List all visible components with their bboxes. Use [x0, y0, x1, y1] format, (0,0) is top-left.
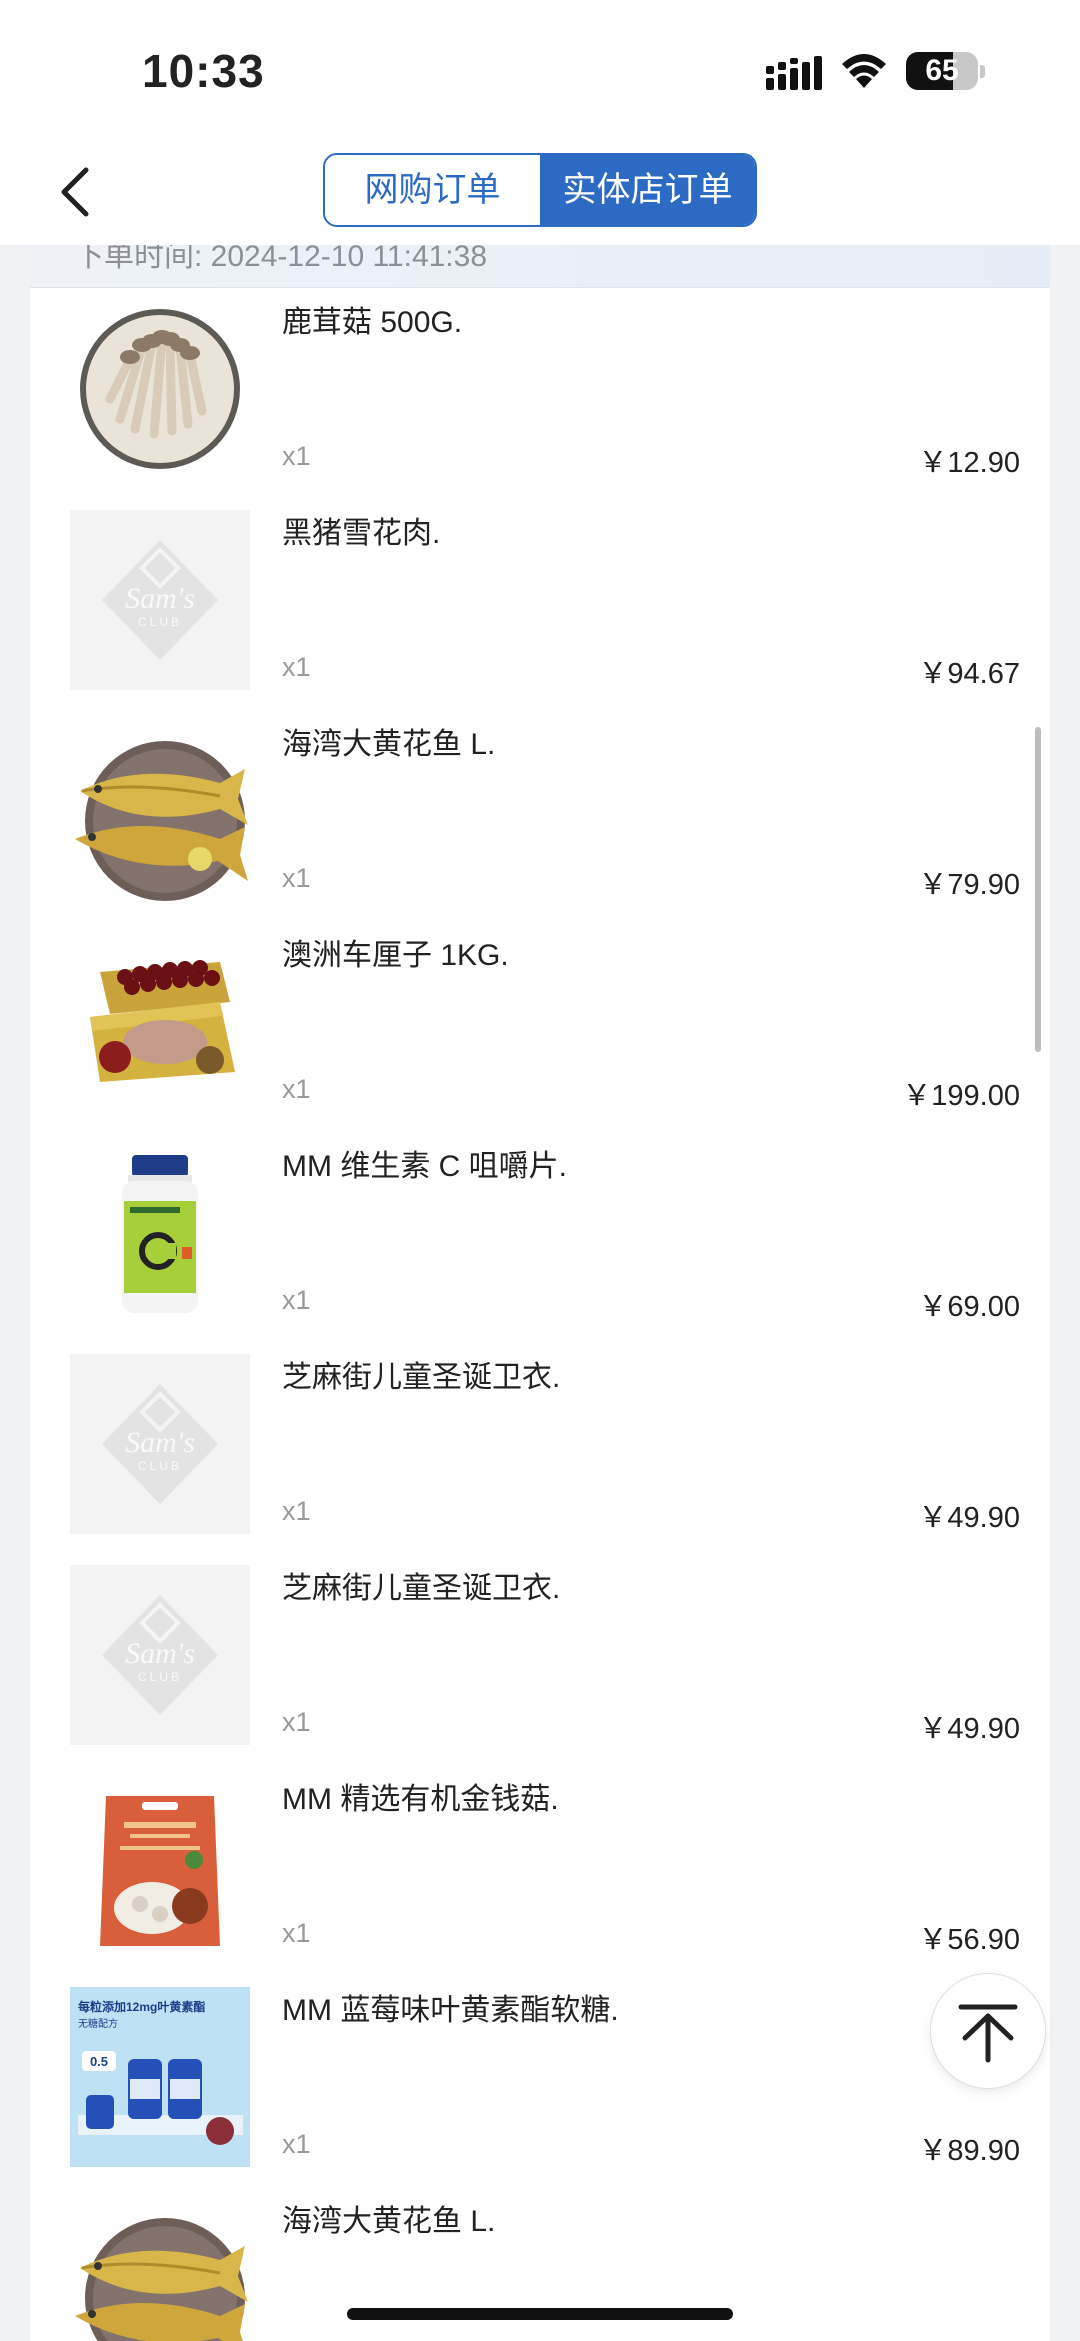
product-image-fish: [75, 741, 248, 901]
wifi-icon: [842, 54, 886, 88]
item-price: ￥49.90: [918, 1502, 1020, 1534]
item-name: 芝麻街儿童圣诞卫衣.: [282, 1361, 561, 1394]
logo-text: Sam's: [125, 582, 195, 615]
item-name: 鹿茸菇 500G.: [282, 306, 463, 339]
item-name: MM 精选有机金钱菇.: [282, 1783, 559, 1816]
status-time: 10:33: [142, 45, 265, 97]
item-qty: x1: [282, 652, 311, 682]
product-image-gummy-ad: 每粒添加12mg叶黄素酯 无糖配方 0.5: [70, 1987, 250, 2167]
sams-club-placeholder-image: Sam's CLUB: [70, 510, 250, 690]
item-name: 海湾大黄花鱼 L.: [282, 728, 496, 761]
item-name: 黑猪雪花肉.: [282, 517, 441, 550]
order-time: 下单时间: 2024-12-10 11:41:38: [74, 245, 488, 273]
list-item[interactable]: 海湾大黄花鱼 L. x1 ￥79.90: [30, 709, 1050, 920]
back-chevron-icon[interactable]: [52, 162, 100, 222]
list-item[interactable]: Sam's CLUB 黑猪雪花肉. x1 ￥94.67: [30, 498, 1050, 709]
list-item[interactable]: 每粒添加12mg叶黄素酯 无糖配方 0.5 MM 蓝莓味叶黄素酯软糖. x1 ￥…: [30, 1975, 1050, 2186]
item-qty: x1: [282, 1074, 311, 1104]
logo-subtext: CLUB: [138, 1670, 182, 1684]
battery-icon: 65: [906, 52, 985, 92]
logo-text: Sam's: [125, 1426, 195, 1459]
status-bar: 10:33 65: [0, 0, 1080, 140]
item-price: ￥49.90: [918, 1713, 1020, 1745]
back-to-top-button[interactable]: [930, 1973, 1046, 2089]
product-image-cherries: [90, 960, 235, 1082]
sams-club-placeholder-image: Sam's CLUB: [70, 1565, 250, 1745]
logo-text: Sam's: [125, 1637, 195, 1670]
item-qty: x1: [282, 441, 311, 471]
item-qty: x1: [282, 863, 311, 893]
order-header: 下单时间: 2024-12-10 11:41:38: [30, 245, 1050, 288]
item-price: ￥79.90: [918, 869, 1020, 901]
scrollbar[interactable]: [1035, 727, 1041, 1052]
product-image-mushroom: [80, 309, 240, 469]
item-name: 澳洲车厘子 1KG.: [282, 939, 509, 972]
cellular-signal-icon: [766, 56, 822, 90]
list-item[interactable]: MM 精选有机金钱菇. x1 ￥56.90: [30, 1764, 1050, 1975]
item-name: 芝麻街儿童圣诞卫衣.: [282, 1572, 561, 1605]
product-image-mushroom-bag: [100, 1796, 220, 1946]
item-price: ￥12.90: [918, 447, 1020, 479]
item-price: ￥89.90: [918, 2135, 1020, 2167]
ad-badge: 0.5: [90, 2054, 108, 2069]
item-name: 海湾大黄花鱼 L.: [282, 2205, 496, 2238]
home-indicator[interactable]: [347, 2308, 733, 2320]
item-price: ￥56.90: [918, 1924, 1020, 1956]
battery-level: 65: [925, 54, 959, 87]
ad-headline: 每粒添加12mg叶黄素酯: [78, 1999, 205, 2014]
order-type-segmented-control: 网购订单 实体店订单: [323, 153, 757, 227]
item-qty: x1: [282, 1285, 311, 1315]
list-item[interactable]: Sam's CLUB 芝麻街儿童圣诞卫衣. x1 ￥49.90: [30, 1553, 1050, 1764]
item-name: MM 蓝莓味叶黄素酯软糖.: [282, 1994, 619, 2027]
product-image-vitamin-bottle: [122, 1155, 198, 1313]
item-price: ￥69.00: [918, 1291, 1020, 1323]
order-card: 下单时间: 2024-12-10 11:41:38 鹿茸菇 500G. x1 ￥…: [30, 245, 1050, 2341]
logo-subtext: CLUB: [138, 1459, 182, 1473]
item-qty: x1: [282, 1707, 311, 1737]
item-name: MM 维生素 C 咀嚼片.: [282, 1150, 567, 1183]
list-item[interactable]: 鹿茸菇 500G. x1 ￥12.90: [30, 287, 1050, 498]
list-item[interactable]: MM 维生素 C 咀嚼片. x1 ￥69.00: [30, 1131, 1050, 1342]
tab-online-orders[interactable]: 网购订单: [325, 155, 540, 225]
item-qty: x1: [282, 2129, 311, 2159]
product-image-fish: [75, 2218, 248, 2341]
ad-sub: 无糖配方: [78, 2017, 118, 2030]
sams-club-placeholder-image: Sam's CLUB: [70, 1354, 250, 1534]
item-qty: x1: [282, 1496, 311, 1526]
tab-store-orders[interactable]: 实体店订单: [540, 155, 755, 225]
logo-subtext: CLUB: [138, 615, 182, 629]
item-qty: x1: [282, 1918, 311, 1948]
nav-bar: 网购订单 实体店订单: [0, 140, 1080, 245]
item-price: ￥199.00: [902, 1080, 1020, 1112]
list-item[interactable]: 澳洲车厘子 1KG. x1 ￥199.00: [30, 920, 1050, 1131]
item-price: ￥94.67: [918, 658, 1020, 690]
list-item[interactable]: Sam's CLUB 芝麻街儿童圣诞卫衣. x1 ￥49.90: [30, 1342, 1050, 1553]
arrow-to-top-icon: [958, 2004, 1018, 2063]
